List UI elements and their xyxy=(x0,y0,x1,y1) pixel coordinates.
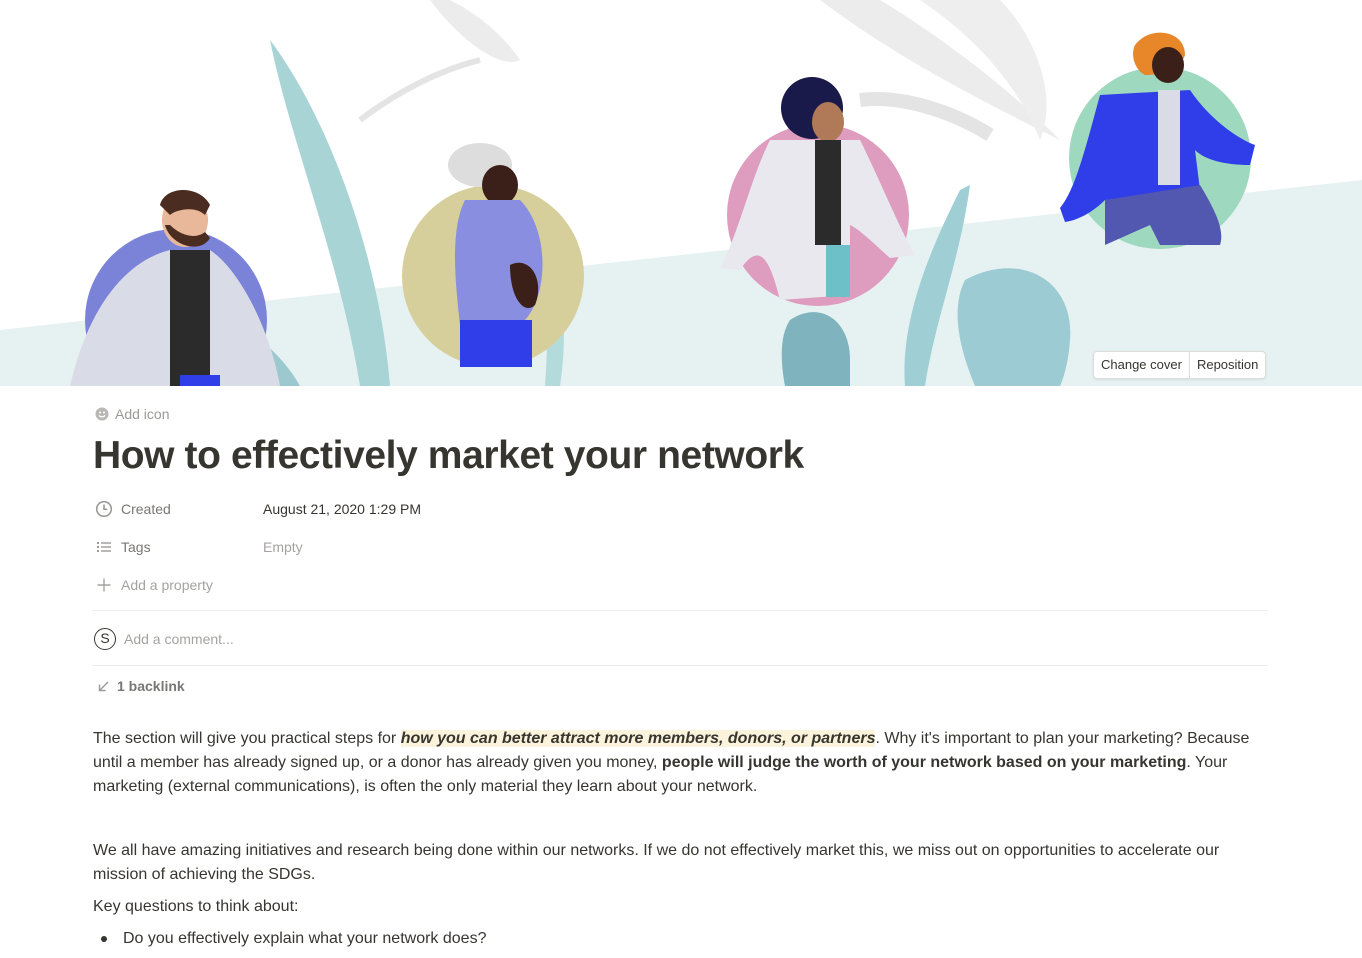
paragraph-initiatives: We all have amazing initiatives and rese… xyxy=(93,842,1220,883)
clock-icon xyxy=(95,500,113,518)
property-label-tags: Tags xyxy=(121,539,151,555)
bullet-text: Do you effectively explain what your net… xyxy=(123,930,487,947)
backlinks-button[interactable]: 1 backlink xyxy=(97,678,185,694)
reposition-button[interactable]: Reposition xyxy=(1188,352,1265,378)
property-label-created: Created xyxy=(121,501,171,517)
property-tags: Tags Empty xyxy=(95,534,1265,560)
property-value-created: August 21, 2020 1:29 PM xyxy=(263,501,421,517)
avatar: S xyxy=(94,628,116,650)
comment-composer: S xyxy=(94,628,724,650)
backlinks-label: 1 backlink xyxy=(117,678,185,694)
bullet-list-item: Do you effectively explain what your net… xyxy=(93,927,486,951)
page-title[interactable]: How to effectively market your network xyxy=(93,434,804,478)
property-created: Created August 21, 2020 1:29 PM xyxy=(95,496,1265,522)
arrow-down-left-icon xyxy=(98,681,109,691)
comments-divider xyxy=(92,665,1268,666)
paragraph-key-questions: Key questions to think about: xyxy=(93,898,299,915)
bullet-icon xyxy=(101,936,107,942)
add-property-button[interactable]: Add a property xyxy=(95,576,263,594)
cover-illustration xyxy=(0,0,1362,386)
add-icon-label: Add icon xyxy=(115,406,170,422)
property-name-created[interactable]: Created xyxy=(95,500,263,518)
add-property-label: Add a property xyxy=(121,577,213,593)
intro-highlight: how you can better attract more members,… xyxy=(400,730,876,747)
comment-input[interactable] xyxy=(124,631,724,647)
intro-bold: people will judge the worth of your netw… xyxy=(661,754,1187,771)
paragraph-intro: The section will give you practical step… xyxy=(93,727,1273,799)
properties-divider xyxy=(92,610,1268,611)
add-property-row[interactable]: Add a property xyxy=(95,572,1265,598)
page-cover: Change cover Reposition xyxy=(0,0,1362,386)
change-cover-button[interactable]: Change cover xyxy=(1094,352,1189,378)
cover-controls: Change cover Reposition xyxy=(1093,351,1267,379)
property-value-tags[interactable]: Empty xyxy=(263,539,303,555)
smiley-icon xyxy=(95,407,109,421)
list-icon xyxy=(97,542,111,552)
property-name-tags[interactable]: Tags xyxy=(95,538,263,556)
add-icon-button[interactable]: Add icon xyxy=(95,406,169,422)
intro-text-1: The section will give you practical step… xyxy=(93,730,401,747)
plus-icon xyxy=(97,578,111,592)
